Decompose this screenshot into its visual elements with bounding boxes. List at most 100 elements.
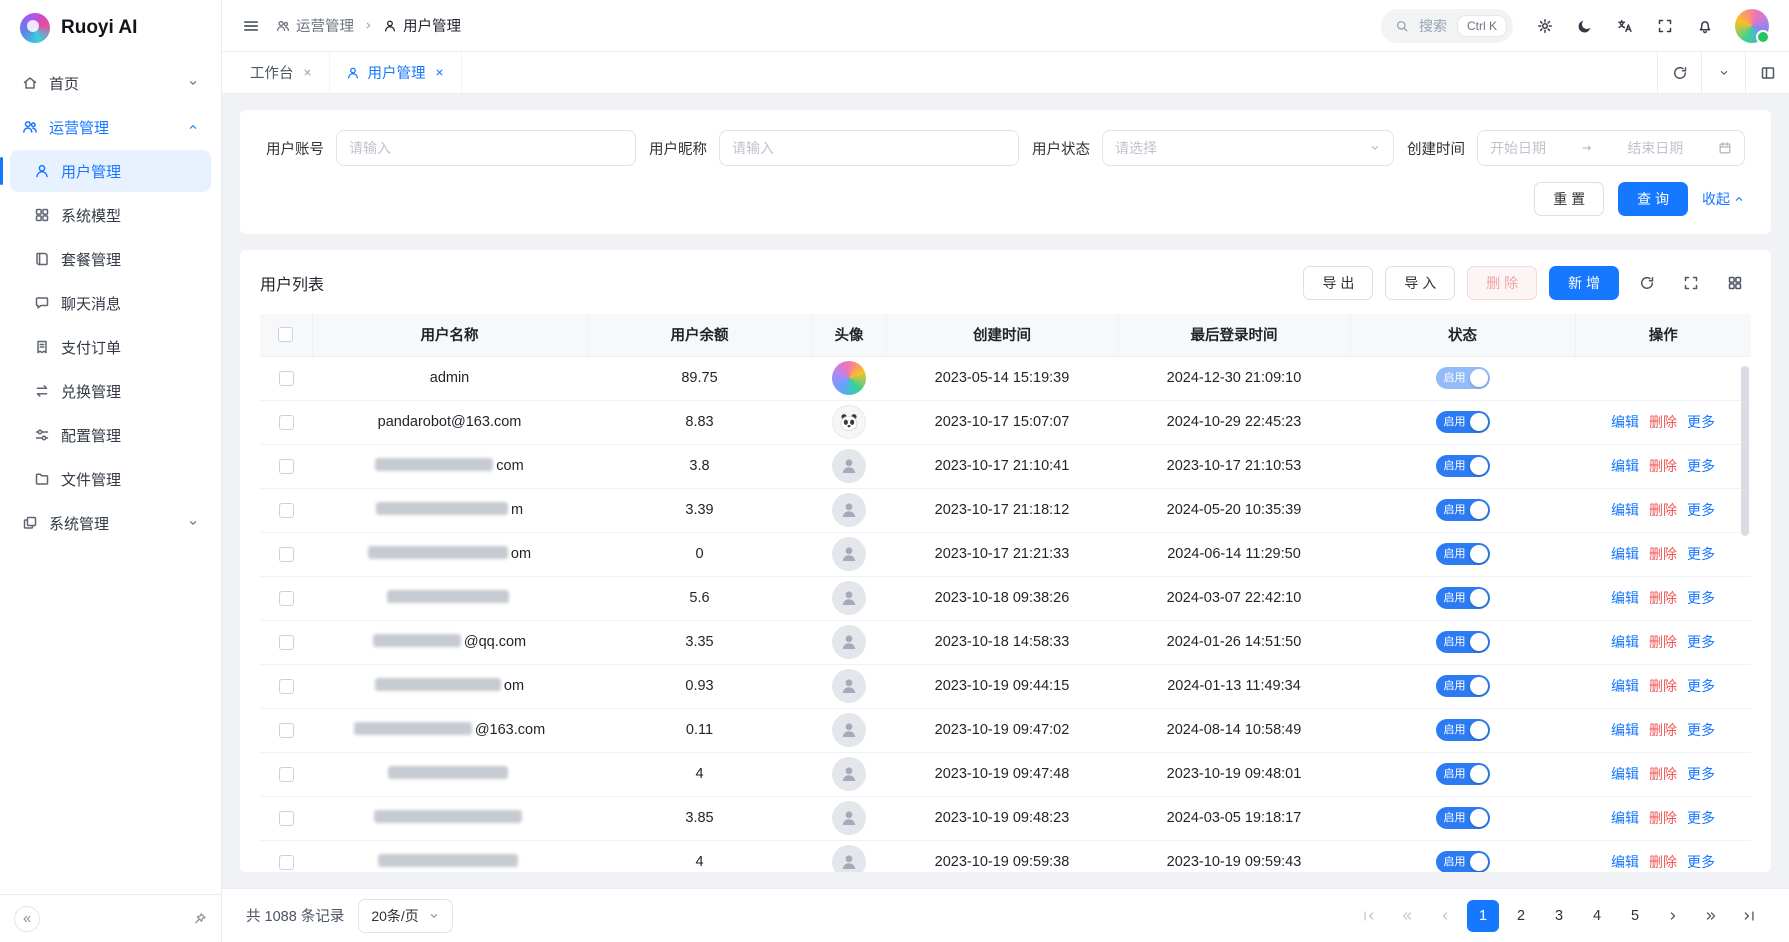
row-checkbox[interactable] <box>279 723 294 738</box>
status-toggle[interactable]: 启用 <box>1436 411 1490 433</box>
status-toggle[interactable]: 启用 <box>1436 719 1490 741</box>
settings-button[interactable] <box>1527 8 1563 44</box>
sidebar-subitem[interactable]: 聊天消息 <box>10 282 211 324</box>
page-number[interactable]: 2 <box>1505 900 1537 932</box>
global-search[interactable]: 搜索 Ctrl K <box>1381 9 1513 43</box>
more-link[interactable]: 更多 <box>1687 500 1715 520</box>
status-toggle[interactable]: 启用 <box>1436 455 1490 477</box>
delete-link[interactable]: 删除 <box>1649 720 1677 740</box>
breadcrumb-user-management[interactable]: 用户管理 <box>383 15 461 36</box>
sidebar-collapse-button[interactable] <box>14 906 40 932</box>
delete-link[interactable]: 删除 <box>1649 852 1677 872</box>
sidebar-item-home[interactable]: 首页 <box>10 62 211 104</box>
pin-sidebar-button[interactable] <box>193 912 207 926</box>
more-link[interactable]: 更多 <box>1687 720 1715 740</box>
status-select[interactable]: 请选择 <box>1102 130 1394 166</box>
row-checkbox[interactable] <box>279 503 294 518</box>
row-checkbox[interactable] <box>279 679 294 694</box>
more-link[interactable]: 更多 <box>1687 632 1715 652</box>
import-button[interactable]: 导 入 <box>1385 266 1455 300</box>
more-link[interactable]: 更多 <box>1687 676 1715 696</box>
status-toggle[interactable]: 启用 <box>1436 631 1490 653</box>
breadcrumb-operations[interactable]: 运营管理 <box>276 15 354 36</box>
add-button[interactable]: 新 增 <box>1549 266 1619 300</box>
close-icon[interactable] <box>434 67 445 78</box>
more-link[interactable]: 更多 <box>1687 412 1715 432</box>
sidebar-subitem[interactable]: 配置管理 <box>10 414 211 456</box>
refresh-table-button[interactable] <box>1631 267 1663 299</box>
more-link[interactable]: 更多 <box>1687 808 1715 828</box>
sidebar-item-operations[interactable]: 运营管理 <box>10 106 211 148</box>
delete-link[interactable]: 删除 <box>1649 676 1677 696</box>
nickname-input[interactable] <box>719 130 1019 166</box>
reset-button[interactable]: 重 置 <box>1534 182 1604 216</box>
edit-link[interactable]: 编辑 <box>1611 676 1639 696</box>
more-link[interactable]: 更多 <box>1687 588 1715 608</box>
status-toggle[interactable]: 启用 <box>1436 807 1490 829</box>
collapse-filters-link[interactable]: 收起 <box>1702 189 1745 209</box>
sidebar-subitem[interactable]: 支付订单 <box>10 326 211 368</box>
row-checkbox[interactable] <box>279 371 294 386</box>
page-number[interactable]: 3 <box>1543 900 1575 932</box>
next-5-pages-button[interactable] <box>1695 900 1727 932</box>
delete-link[interactable]: 删除 <box>1649 500 1677 520</box>
search-button[interactable]: 查 询 <box>1618 182 1688 216</box>
last-page-button[interactable] <box>1733 900 1765 932</box>
table-scrollbar[interactable] <box>1741 366 1749 536</box>
status-toggle[interactable]: 启用 <box>1436 675 1490 697</box>
status-toggle[interactable]: 启用 <box>1436 763 1490 785</box>
sidebar-item-system[interactable]: 系统管理 <box>10 502 211 544</box>
tab-options-button[interactable] <box>1701 52 1745 93</box>
sidebar-subitem[interactable]: 兑换管理 <box>10 370 211 412</box>
next-page-button[interactable] <box>1657 900 1689 932</box>
status-toggle[interactable]: 启用 <box>1436 543 1490 565</box>
export-button[interactable]: 导 出 <box>1303 266 1373 300</box>
edit-link[interactable]: 编辑 <box>1611 852 1639 872</box>
tab[interactable]: 工作台 <box>234 52 330 93</box>
toggle-sidebar-button[interactable] <box>242 17 260 35</box>
delete-link[interactable]: 删除 <box>1649 588 1677 608</box>
edit-link[interactable]: 编辑 <box>1611 720 1639 740</box>
edit-link[interactable]: 编辑 <box>1611 544 1639 564</box>
user-avatar[interactable] <box>1735 9 1769 43</box>
row-checkbox[interactable] <box>279 547 294 562</box>
edit-link[interactable]: 编辑 <box>1611 412 1639 432</box>
select-all-checkbox[interactable] <box>278 327 293 342</box>
sidebar-subitem[interactable]: 系统模型 <box>10 194 211 236</box>
more-link[interactable]: 更多 <box>1687 456 1715 476</box>
edit-link[interactable]: 编辑 <box>1611 500 1639 520</box>
row-checkbox[interactable] <box>279 459 294 474</box>
status-toggle[interactable]: 启用 <box>1436 851 1490 872</box>
row-checkbox[interactable] <box>279 415 294 430</box>
tab[interactable]: 用户管理 <box>330 52 462 93</box>
status-toggle[interactable]: 启用 <box>1436 499 1490 521</box>
delete-button[interactable]: 删 除 <box>1467 266 1537 300</box>
date-range-picker[interactable]: 开始日期 结束日期 <box>1477 130 1745 166</box>
fullscreen-table-button[interactable] <box>1675 267 1707 299</box>
delete-link[interactable]: 删除 <box>1649 412 1677 432</box>
edit-link[interactable]: 编辑 <box>1611 632 1639 652</box>
notifications-button[interactable] <box>1687 8 1723 44</box>
first-page-button[interactable] <box>1353 900 1385 932</box>
row-checkbox[interactable] <box>279 591 294 606</box>
sidebar-subitem[interactable]: 套餐管理 <box>10 238 211 280</box>
status-toggle[interactable]: 启用 <box>1436 367 1490 389</box>
row-checkbox[interactable] <box>279 855 294 870</box>
row-checkbox[interactable] <box>279 635 294 650</box>
account-input[interactable] <box>336 130 636 166</box>
fullscreen-button[interactable] <box>1647 8 1683 44</box>
delete-link[interactable]: 删除 <box>1649 632 1677 652</box>
edit-link[interactable]: 编辑 <box>1611 764 1639 784</box>
language-button[interactable] <box>1607 8 1643 44</box>
row-checkbox[interactable] <box>279 767 294 782</box>
more-link[interactable]: 更多 <box>1687 544 1715 564</box>
edit-link[interactable]: 编辑 <box>1611 456 1639 476</box>
more-link[interactable]: 更多 <box>1687 764 1715 784</box>
page-number[interactable]: 1 <box>1467 900 1499 932</box>
prev-5-pages-button[interactable] <box>1391 900 1423 932</box>
page-number[interactable]: 4 <box>1581 900 1613 932</box>
prev-page-button[interactable] <box>1429 900 1461 932</box>
sidebar-subitem[interactable]: 用户管理 <box>10 150 211 192</box>
dark-mode-button[interactable] <box>1567 8 1603 44</box>
delete-link[interactable]: 删除 <box>1649 544 1677 564</box>
